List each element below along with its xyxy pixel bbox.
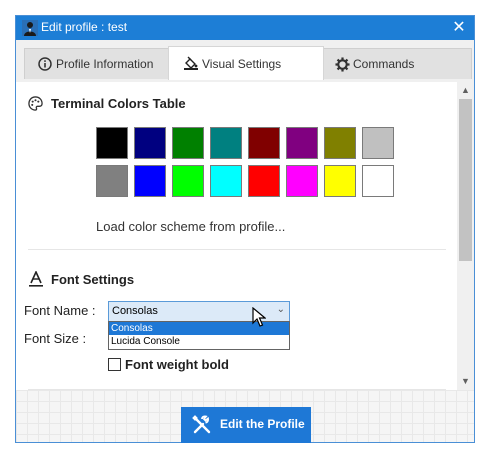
window-title: Edit profile : test: [41, 20, 128, 34]
color-swatch[interactable]: [210, 165, 242, 197]
font-name-label: Font Name :: [24, 303, 96, 318]
chevron-down-icon[interactable]: ⌄: [277, 304, 285, 315]
terminal-colors-title: Terminal Colors Table: [51, 96, 186, 111]
color-swatch[interactable]: [362, 127, 394, 159]
close-icon: ✕: [452, 19, 466, 36]
color-swatch[interactable]: [248, 165, 280, 197]
close-button[interactable]: ✕: [444, 16, 474, 40]
tools-icon: [192, 415, 211, 434]
gear-icon: [335, 57, 350, 72]
tab-label: Visual Settings: [202, 57, 282, 71]
dropdown-option-lucida-console[interactable]: Lucida Console: [109, 335, 289, 348]
palette-icon: [28, 96, 43, 111]
scrollbar-thumb[interactable]: [459, 99, 472, 261]
color-swatch[interactable]: [96, 127, 128, 159]
load-color-scheme-link[interactable]: Load color scheme from profile...: [96, 219, 285, 234]
edit-profile-button-label: Edit the Profile: [220, 417, 305, 431]
tab-bar: Profile Information Commands Visual Sett…: [16, 40, 474, 82]
font-bold-checkbox[interactable]: [108, 358, 121, 371]
tab-visual-settings[interactable]: Visual Settings: [168, 46, 324, 80]
color-swatch[interactable]: [172, 165, 204, 197]
color-swatch[interactable]: [248, 127, 280, 159]
color-swatch[interactable]: [172, 127, 204, 159]
font-size-label: Font Size :: [24, 331, 87, 346]
color-swatch[interactable]: [96, 165, 128, 197]
paint-bucket-icon: [184, 56, 198, 70]
tab-commands[interactable]: Commands: [322, 48, 472, 79]
info-icon: [38, 57, 52, 71]
font-settings-title: Font Settings: [51, 272, 135, 287]
color-swatch[interactable]: [324, 127, 356, 159]
font-bold-label[interactable]: Font weight bold: [125, 357, 229, 372]
visual-settings-panel: Terminal Colors Table Load color scheme …: [16, 82, 474, 390]
font-name-value: Consolas: [112, 305, 158, 317]
tab-label: Commands: [353, 57, 415, 71]
color-swatch[interactable]: [134, 165, 166, 197]
font-icon: [29, 271, 43, 287]
user-icon: [22, 20, 38, 36]
title-bar: Edit profile : test ✕: [16, 16, 474, 40]
mouse-cursor-icon: [252, 307, 266, 327]
section-divider: [28, 249, 446, 250]
vertical-scrollbar[interactable]: ▲ ▼: [457, 82, 474, 390]
color-swatch[interactable]: [324, 165, 356, 197]
tab-label: Profile Information: [56, 57, 154, 71]
edit-profile-button[interactable]: Edit the Profile: [181, 407, 311, 443]
tab-profile-information[interactable]: Profile Information: [24, 48, 172, 79]
scroll-up-icon[interactable]: ▲: [457, 82, 474, 99]
scroll-down-icon[interactable]: ▼: [457, 373, 474, 390]
color-swatch[interactable]: [286, 165, 318, 197]
color-swatch[interactable]: [134, 127, 166, 159]
color-swatch[interactable]: [362, 165, 394, 197]
edit-profile-window: Edit profile : test ✕ Profile Informatio…: [15, 15, 475, 443]
color-swatch[interactable]: [286, 127, 318, 159]
footer-bar: Edit the Profile: [16, 390, 474, 443]
color-swatch[interactable]: [210, 127, 242, 159]
